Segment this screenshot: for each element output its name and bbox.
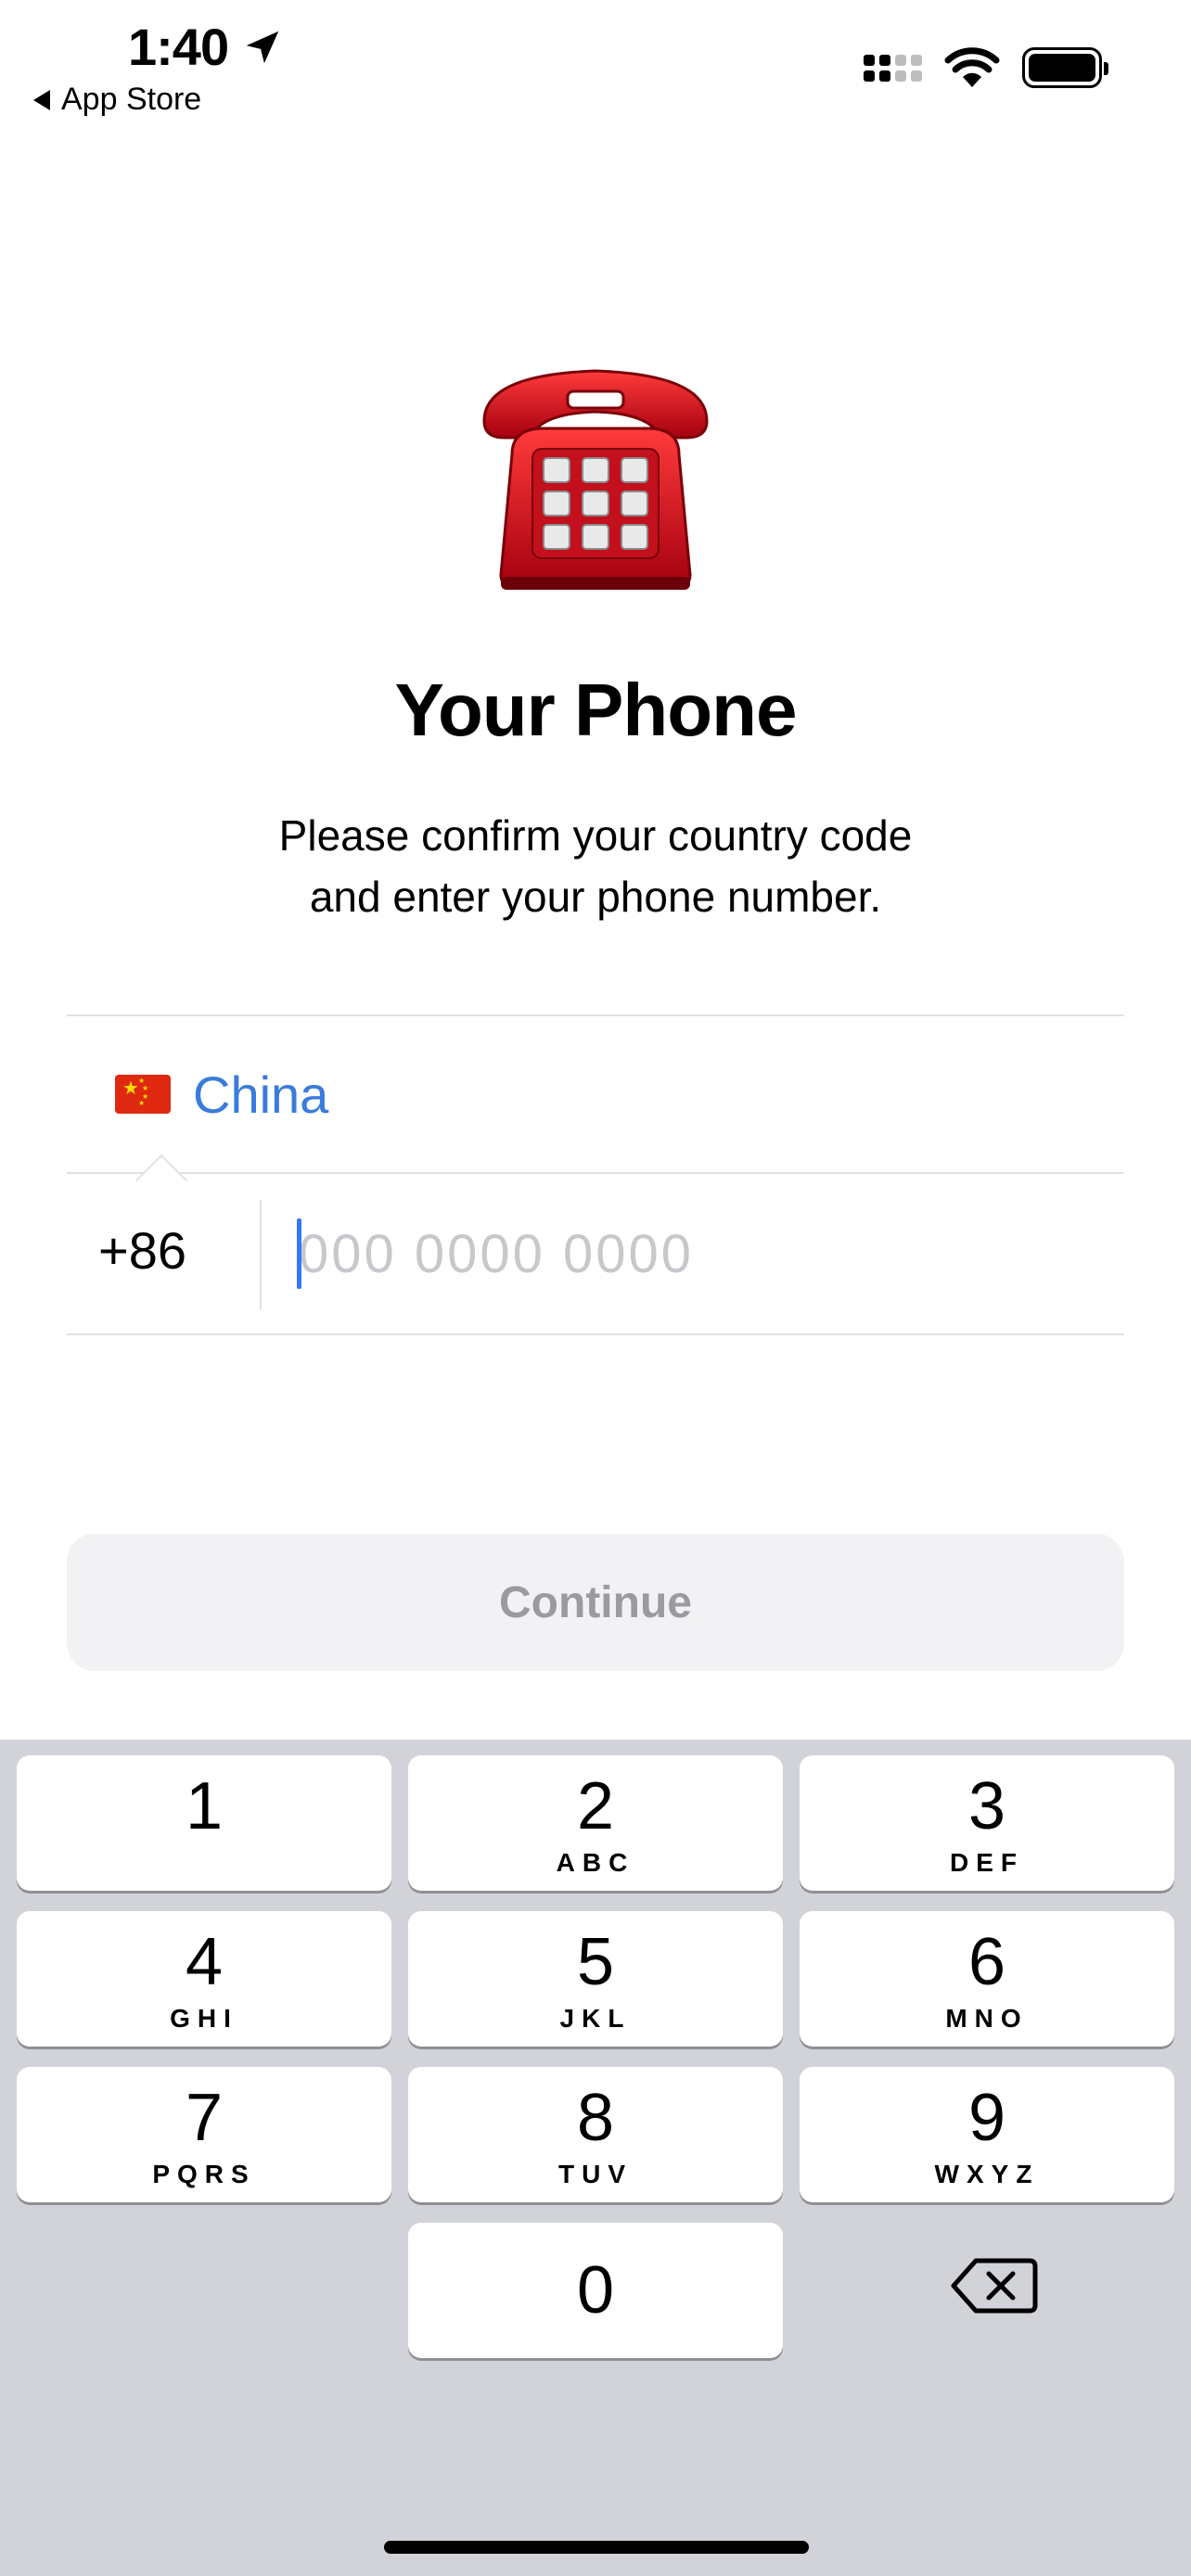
china-flag-icon: ★ ★ ★ ★ ★ (115, 1075, 171, 1114)
country-code-field[interactable]: +86 (98, 1220, 186, 1281)
subtitle-line-1: Please confirm your country code (278, 811, 913, 860)
key-4[interactable]: 4 GHI (17, 1911, 391, 2047)
status-indicators (864, 46, 1108, 89)
cellular-signal-icon (864, 54, 922, 82)
backspace-icon[interactable] (948, 2251, 1041, 2320)
key-7[interactable]: 7 PQRS (17, 2067, 391, 2202)
country-selector[interactable]: ★ ★ ★ ★ ★ China (67, 1016, 1124, 1172)
key-6-letters: MNO (945, 2004, 1029, 2033)
key-4-digit: 4 (185, 1925, 224, 1999)
key-4-letters: GHI (170, 2004, 238, 2033)
status-time-text: 1:40 (128, 18, 229, 76)
key-3[interactable]: 3 DEF (800, 1755, 1174, 1891)
key-8[interactable]: 8 TUV (408, 2067, 783, 2202)
key-7-digit: 7 (185, 2081, 224, 2155)
key-1-digit: 1 (185, 1769, 224, 1843)
divider-bottom (67, 1333, 1124, 1335)
page-subtitle: Please confirm your country code and ent… (0, 805, 1191, 927)
wifi-icon (944, 47, 1000, 87)
text-cursor (297, 1218, 301, 1289)
telephone-icon (482, 369, 709, 590)
subtitle-line-2: and enter your phone number. (309, 873, 882, 921)
key-0[interactable]: 0 (408, 2223, 783, 2358)
key-8-digit: 8 (576, 2081, 615, 2155)
key-5-letters: JKL (559, 2004, 632, 2033)
code-separator (260, 1200, 262, 1309)
key-3-letters: DEF (950, 1848, 1024, 1877)
back-triangle-icon (33, 89, 50, 110)
continue-button[interactable]: Continue (67, 1534, 1124, 1671)
country-name: China (193, 1065, 329, 1124)
phone-number-input[interactable] (299, 1209, 1041, 1298)
key-0-digit: 0 (576, 2253, 615, 2327)
key-9-digit: 9 (967, 2081, 1006, 2155)
key-7-letters: PQRS (152, 2160, 256, 2188)
key-2[interactable]: 2 ABC (408, 1755, 783, 1891)
key-6-digit: 6 (967, 1925, 1006, 1999)
back-app-label: App Store (61, 82, 202, 117)
key-6[interactable]: 6 MNO (800, 1911, 1174, 2047)
key-9[interactable]: 9 WXYZ (800, 2067, 1174, 2202)
battery-icon (1022, 47, 1108, 88)
phone-number-row: +86 (67, 1174, 1124, 1333)
key-5-digit: 5 (576, 1925, 615, 1999)
back-to-app-store-link[interactable]: App Store (33, 82, 201, 118)
home-indicator[interactable] (384, 2541, 809, 2554)
key-2-digit: 2 (576, 1769, 615, 1843)
status-time: 1:40 (128, 17, 284, 77)
page-title: Your Phone (394, 669, 798, 751)
key-8-letters: TUV (558, 2160, 633, 2188)
key-2-letters: ABC (556, 1848, 635, 1877)
key-1[interactable]: 1 (17, 1755, 391, 1891)
location-arrow-icon (246, 31, 279, 63)
key-5[interactable]: 5 JKL (408, 1911, 783, 2047)
key-9-letters: WXYZ (934, 2160, 1040, 2188)
key-3-digit: 3 (967, 1769, 1006, 1843)
